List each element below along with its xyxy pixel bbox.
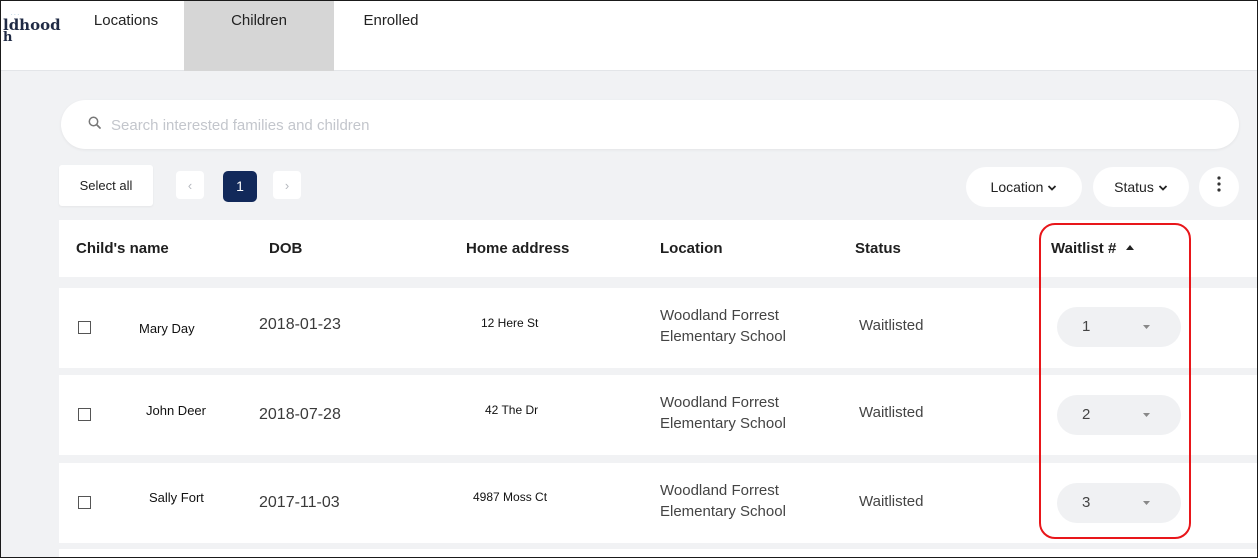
- chevron-down-icon: [1158, 185, 1167, 191]
- search-bar: [61, 100, 1239, 149]
- child-address: 12 Here St: [481, 316, 539, 330]
- status-filter-button[interactable]: Status: [1093, 167, 1189, 207]
- header-status[interactable]: Status: [855, 240, 901, 257]
- top-nav: · · · ldhood h Locations Children Enroll…: [1, 1, 1257, 71]
- search-icon: [88, 116, 101, 129]
- location-line1: Woodland Forrest: [660, 307, 779, 324]
- waitlist-value: 2: [1082, 406, 1091, 423]
- search-input[interactable]: [111, 112, 811, 138]
- header-home-address[interactable]: Home address: [466, 240, 569, 257]
- tab-locations[interactable]: Locations: [81, 1, 171, 71]
- child-location: Woodland Forrest Elementary School: [660, 392, 786, 434]
- row-checkbox[interactable]: [78, 321, 91, 334]
- header-dob[interactable]: DOB: [269, 240, 302, 257]
- child-status: Waitlisted: [859, 317, 924, 334]
- table-header: Child's name DOB Home address Location S…: [59, 220, 1257, 277]
- more-vertical-icon: [1217, 176, 1221, 192]
- table-row: Sally Fort 2017-11-03 4987 Moss Ct Woodl…: [59, 463, 1257, 543]
- tab-enrolled[interactable]: Enrolled: [341, 1, 441, 71]
- select-all-button[interactable]: Select all: [59, 165, 153, 206]
- location-line1: Woodland Forrest: [660, 482, 779, 499]
- location-line2: Elementary School: [660, 415, 786, 432]
- location-filter-label: Location: [990, 179, 1044, 195]
- child-dob: 2018-07-28: [259, 406, 341, 423]
- child-address: 42 The Dr: [485, 403, 539, 417]
- header-child-name[interactable]: Child's name: [76, 240, 169, 257]
- current-page-button[interactable]: 1: [223, 171, 257, 202]
- child-dob: 2017-11-03: [259, 494, 340, 511]
- header-waitlist-label: Waitlist #: [1051, 240, 1117, 257]
- prev-page-button[interactable]: ‹: [176, 171, 204, 199]
- table-row: John Deer 2018-07-28 42 The Dr Woodland …: [59, 375, 1257, 455]
- tab-children[interactable]: Children: [184, 1, 334, 71]
- location-line2: Elementary School: [660, 503, 786, 520]
- chevron-down-icon: [1048, 185, 1057, 191]
- next-page-button[interactable]: ›: [273, 171, 301, 199]
- header-location[interactable]: Location: [660, 240, 723, 257]
- location-line1: Woodland Forrest: [660, 394, 779, 411]
- child-name: Mary Day: [139, 321, 195, 336]
- waitlist-value: 3: [1082, 494, 1091, 511]
- table-row-partial: [59, 549, 1257, 557]
- waitlist-dropdown[interactable]: 3: [1057, 483, 1181, 523]
- waitlist-value: 1: [1082, 318, 1091, 335]
- child-location: Woodland Forrest Elementary School: [660, 305, 786, 347]
- header-waitlist[interactable]: Waitlist #: [1051, 240, 1135, 257]
- chevron-down-icon: [1143, 501, 1150, 505]
- child-location: Woodland Forrest Elementary School: [660, 480, 786, 522]
- chevron-down-icon: [1143, 413, 1150, 417]
- child-dob: 2018-01-23: [259, 316, 341, 333]
- child-status: Waitlisted: [859, 404, 924, 421]
- child-status: Waitlisted: [859, 493, 924, 510]
- more-options-button[interactable]: [1199, 167, 1239, 207]
- status-filter-label: Status: [1114, 179, 1154, 195]
- app-frame: · · · ldhood h Locations Children Enroll…: [0, 0, 1258, 558]
- waitlist-dropdown[interactable]: 2: [1057, 395, 1181, 435]
- location-line2: Elementary School: [660, 328, 786, 345]
- child-name: Sally Fort: [149, 490, 204, 505]
- table-row: Mary Day 2018-01-23 12 Here St Woodland …: [59, 288, 1257, 368]
- logo: · · · ldhood h: [1, 7, 61, 47]
- row-checkbox[interactable]: [78, 408, 91, 421]
- location-filter-button[interactable]: Location: [966, 167, 1082, 207]
- child-name: John Deer: [146, 403, 206, 418]
- row-checkbox[interactable]: [78, 496, 91, 509]
- sort-ascending-icon: [1126, 245, 1135, 250]
- logo-text-line2: h: [3, 30, 13, 45]
- child-address: 4987 Moss Ct: [473, 490, 548, 504]
- chevron-down-icon: [1143, 325, 1150, 329]
- waitlist-dropdown[interactable]: 1: [1057, 307, 1181, 347]
